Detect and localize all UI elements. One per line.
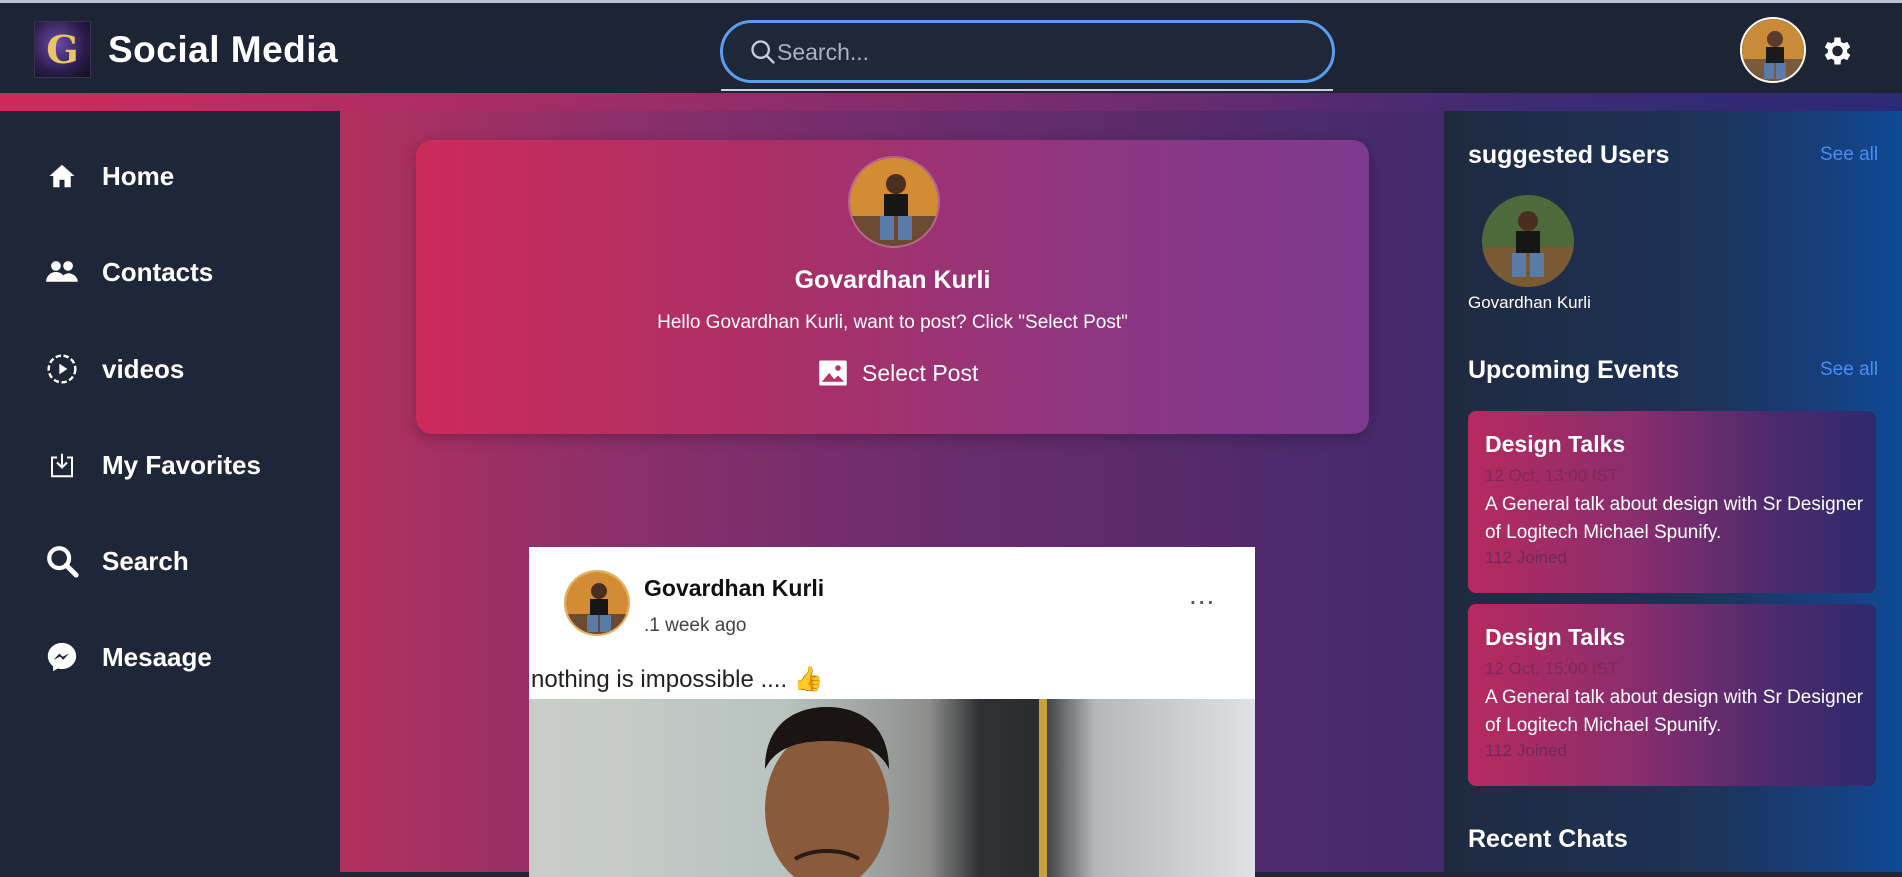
suggested-users-title: suggested Users	[1468, 141, 1670, 169]
create-post-card: Govardhan Kurli Hello Govardhan Kurli, w…	[416, 140, 1369, 434]
avatar-photo	[1742, 19, 1804, 81]
upcoming-events-title: Upcoming Events	[1468, 356, 1680, 384]
sidebar-item-contacts[interactable]: Contacts	[44, 247, 324, 297]
event-date: 12 Oct, 15:00 IST	[1485, 659, 1619, 678]
suggested-see-all-link[interactable]: See all	[1820, 144, 1878, 166]
search-underline	[721, 89, 1333, 91]
avatar-photo	[850, 158, 938, 246]
create-post-username: Govardhan Kurli	[794, 266, 991, 294]
app-logo[interactable]: G	[34, 21, 91, 78]
sidebar-item-label: My Favorites	[102, 449, 261, 480]
logo-letter: G	[46, 27, 79, 72]
right-sidebar: suggested Users See all Govardhan Kurli …	[1444, 111, 1902, 872]
avatar-photo	[1482, 195, 1574, 287]
event-card[interactable]: Design Talks 12 Oct, 13:00 IST A General…	[1468, 411, 1876, 593]
messenger-icon	[44, 639, 80, 675]
events-see-all-link[interactable]: See all	[1820, 359, 1878, 381]
event-card[interactable]: Design Talks 12 Oct, 15:00 IST A General…	[1468, 604, 1876, 786]
suggested-user-name[interactable]: Govardhan Kurli	[1468, 293, 1591, 313]
create-post-avatar[interactable]	[848, 156, 940, 248]
left-sidebar: Home Contacts videos My Favorites Search…	[0, 111, 340, 872]
sidebar-item-label: Contacts	[102, 256, 214, 287]
top-navbar: G Social Media	[0, 3, 1902, 93]
sidebar-item-label: Home	[102, 160, 175, 191]
recent-chats-title: Recent Chats	[1468, 825, 1628, 853]
app-title: Social Media	[108, 29, 339, 70]
avatar-photo	[566, 572, 628, 634]
event-date: 12 Oct, 13:00 IST	[1485, 466, 1619, 485]
main-feed: Govardhan Kurli Hello Govardhan Kurli, w…	[340, 111, 1444, 877]
gradient-strip	[0, 93, 1902, 111]
sidebar-item-favorites[interactable]: My Favorites	[44, 440, 324, 490]
sidebar-item-label: videos	[102, 353, 185, 384]
event-title: Design Talks	[1485, 624, 1626, 650]
sidebar-item-label: Search	[102, 545, 189, 576]
sidebar-item-label: Mesaage	[102, 641, 212, 672]
select-post-label: Select Post	[862, 359, 979, 386]
post-options-menu[interactable]: ...	[1189, 579, 1215, 611]
post-image[interactable]	[529, 699, 1255, 877]
event-title: Design Talks	[1485, 431, 1626, 457]
event-joined-count: 112 Joined	[1485, 741, 1567, 760]
post-author-name[interactable]: Govardhan Kurli	[644, 575, 824, 602]
sidebar-item-search[interactable]: Search	[44, 536, 324, 586]
sidebar-item-message[interactable]: Mesaage	[44, 632, 324, 682]
search-bar[interactable]	[720, 20, 1335, 83]
sidebar-item-videos[interactable]: videos	[44, 344, 324, 394]
select-post-button[interactable]: Select Post	[818, 355, 978, 391]
settings-gear-icon[interactable]	[1818, 33, 1854, 69]
post-timestamp: .1 week ago	[644, 615, 747, 636]
image-icon	[819, 360, 847, 386]
download-icon	[44, 447, 80, 483]
sidebar-item-home[interactable]: Home	[44, 151, 324, 201]
home-icon	[44, 158, 80, 194]
event-description: A General talk about design with Sr Desi…	[1485, 687, 1864, 736]
post-photo	[529, 699, 1047, 877]
create-post-prompt: Hello Govardhan Kurli, want to post? Cli…	[657, 312, 1128, 333]
post-card: Govardhan Kurli .1 week ago ... nothing …	[529, 547, 1255, 877]
profile-avatar[interactable]	[1740, 17, 1806, 83]
post-caption: nothing is impossible .... 👍	[531, 666, 824, 693]
search-icon	[44, 543, 80, 579]
search-input[interactable]	[777, 32, 1317, 72]
contacts-icon	[44, 254, 80, 290]
event-joined-count: 112 Joined	[1485, 548, 1567, 567]
post-author-avatar[interactable]	[564, 570, 630, 636]
suggested-user-avatar[interactable]	[1482, 195, 1574, 287]
search-icon	[751, 40, 775, 64]
video-icon	[44, 351, 80, 387]
event-description: A General talk about design with Sr Desi…	[1485, 494, 1864, 543]
